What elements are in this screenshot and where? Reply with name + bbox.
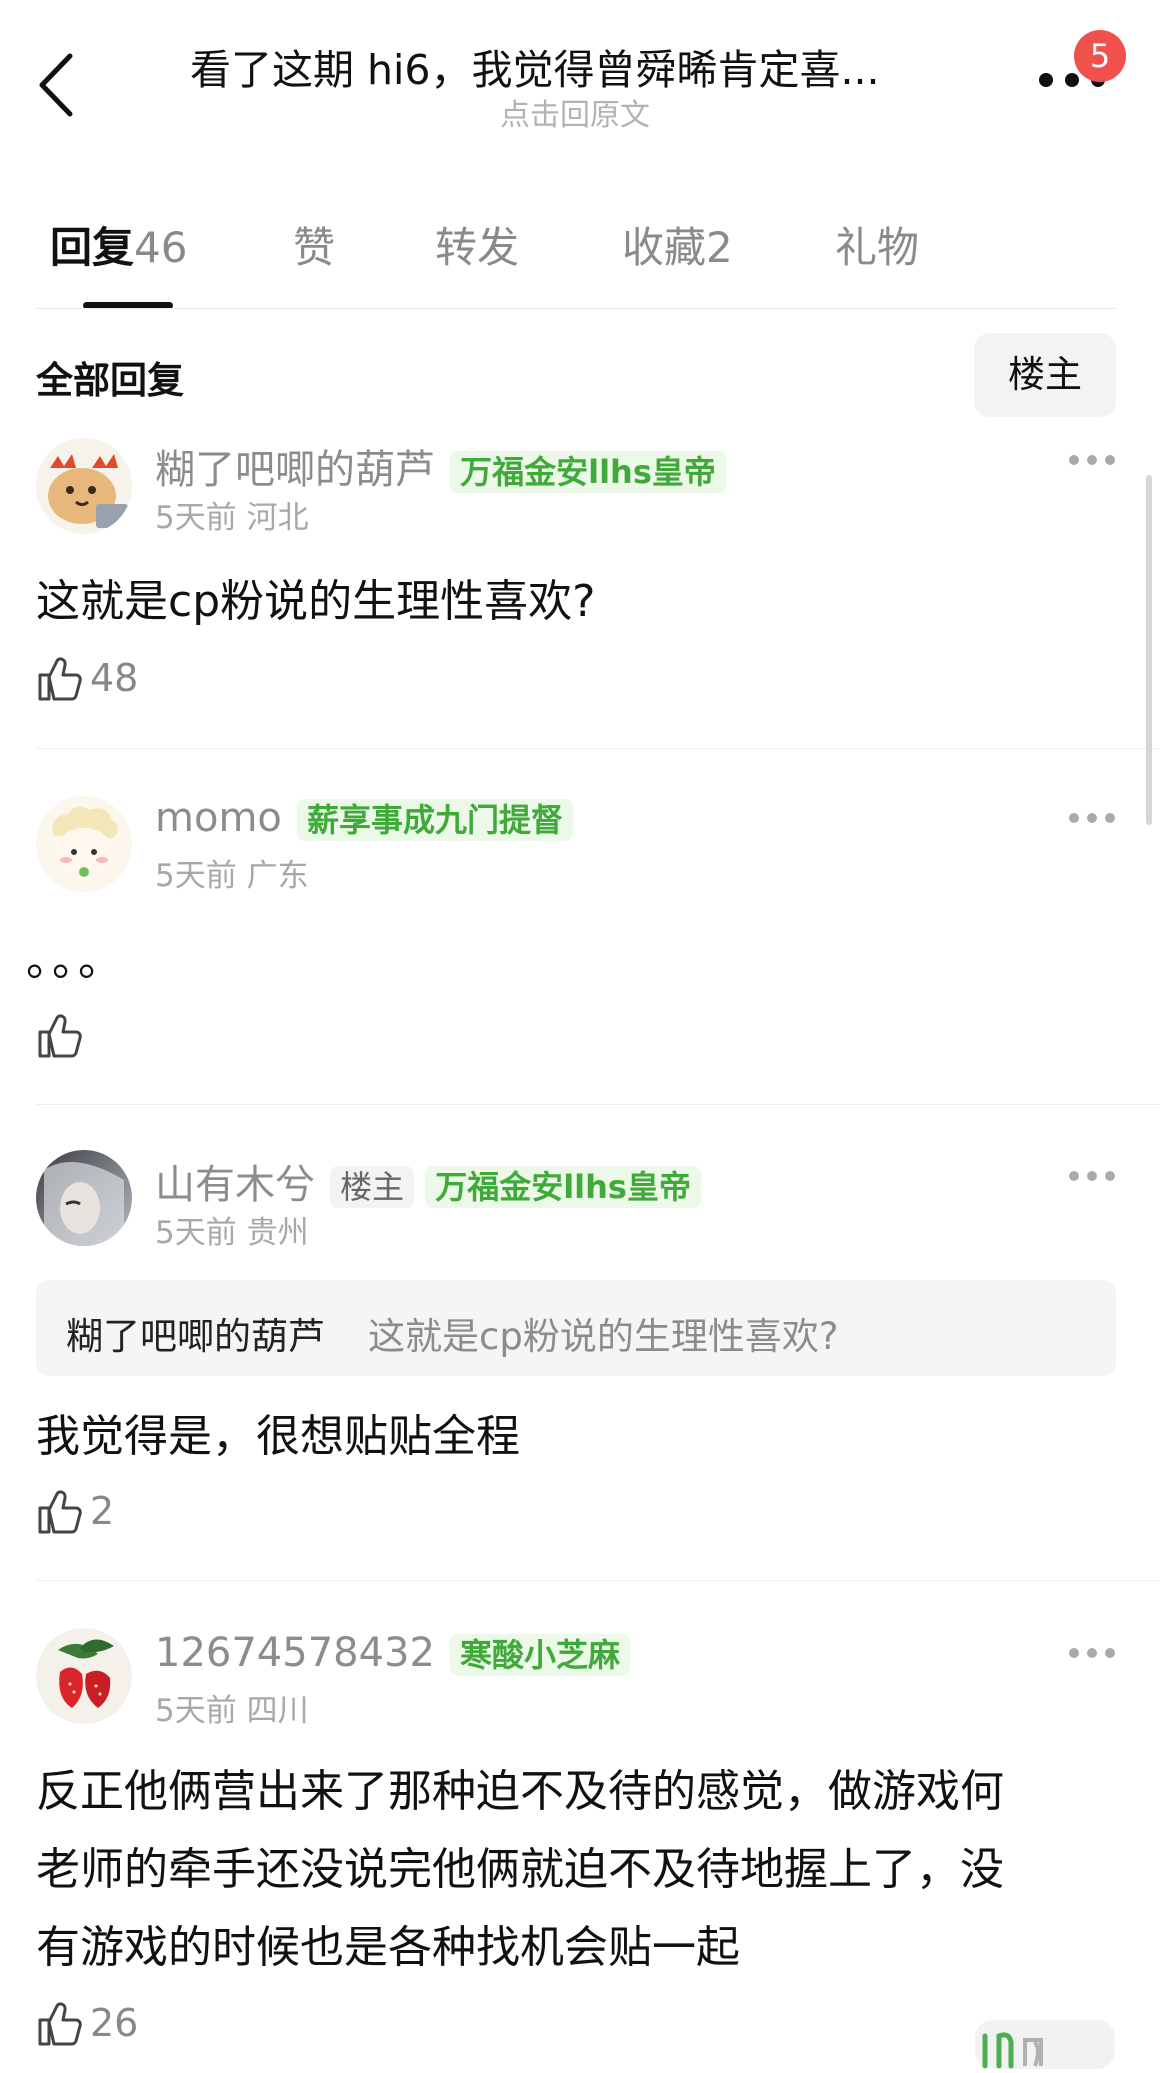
thumbs-up-icon xyxy=(38,1490,82,1534)
scrollbar[interactable] xyxy=(1146,475,1152,825)
more-dots-icon xyxy=(1069,1648,1115,1658)
divider xyxy=(36,1580,1160,1581)
avatar-image xyxy=(36,438,132,534)
comment-time: 5天前 xyxy=(155,500,237,536)
like-count: 26 xyxy=(90,2001,139,2045)
quoted-text: 这就是cp粉说的生理性喜欢? xyxy=(368,1315,839,1358)
avatar-image xyxy=(36,796,132,892)
like-count: 2 xyxy=(90,1489,115,1533)
avatar-image xyxy=(36,1628,132,1724)
tab-label: 转发 xyxy=(435,223,520,272)
tab-label: 礼物 xyxy=(835,223,920,272)
op-only-filter-button[interactable]: 楼主 xyxy=(974,333,1116,417)
comment-meta: 5天前 四川 xyxy=(155,1685,309,1730)
divider xyxy=(36,748,1160,749)
comment-meta: 5天前 贵州 xyxy=(155,1207,309,1252)
more-dots-icon xyxy=(1069,1171,1115,1181)
divider xyxy=(36,308,1116,309)
quoted-author[interactable]: 糊了吧唧的葫芦 xyxy=(66,1306,325,1360)
comment-header: 糊了吧唧的葫芦 万福金安llhs皇帝 xyxy=(155,437,726,495)
comment-body: 。。。 xyxy=(26,935,126,986)
comment-body-line: 老师的牵手还没说完他俩就迫不及待地握上了，没 xyxy=(36,1844,1004,1895)
comment-more-button[interactable] xyxy=(1068,1168,1116,1182)
op-badge: 楼主 xyxy=(330,1166,415,1208)
comment-location: 河北 xyxy=(246,500,309,536)
back-to-original-link[interactable]: 点击回原文 xyxy=(0,90,1150,134)
comment-meta: 5天前 广东 xyxy=(155,850,309,895)
comment-location: 广东 xyxy=(246,858,309,894)
thumbs-up-icon xyxy=(38,2002,82,2046)
like-button[interactable] xyxy=(36,1488,84,1536)
user-badge[interactable]: 寒酸小芝麻 xyxy=(450,1634,631,1676)
watermark xyxy=(975,2010,1115,2069)
avatar[interactable] xyxy=(36,1150,132,1246)
avatar-image xyxy=(36,1150,132,1246)
thumbs-up-icon xyxy=(38,1014,82,1058)
user-badge[interactable]: 万福金安llhs皇帝 xyxy=(450,451,726,493)
like-button[interactable] xyxy=(36,1012,84,1060)
tab-likes[interactable]: 赞 xyxy=(293,214,335,275)
page-title: 看了这期 hi6，我觉得曾舜晞肯定喜... xyxy=(190,46,880,94)
user-badge[interactable]: 薪享事成九门提督 xyxy=(296,799,573,841)
avatar[interactable] xyxy=(36,1628,132,1724)
comment-header: momo 薪享事成九门提督 xyxy=(155,795,573,841)
tab-label: 收藏 xyxy=(622,223,707,272)
tab-label: 赞 xyxy=(293,223,336,272)
comment-more-button[interactable] xyxy=(1068,1645,1116,1659)
tab-label: 回复 xyxy=(50,223,135,272)
tab-gifts[interactable]: 礼物 xyxy=(835,214,919,275)
like-button[interactable] xyxy=(36,655,84,703)
tab-count: 2 xyxy=(706,223,733,272)
avatar[interactable] xyxy=(36,438,132,534)
more-dots-icon xyxy=(1069,813,1115,823)
username[interactable]: 山有木兮 xyxy=(155,1162,315,1208)
comment-more-button[interactable] xyxy=(1068,452,1116,466)
tab-count: 46 xyxy=(134,223,188,272)
like-button[interactable] xyxy=(36,2000,84,2048)
comment-body: 这就是cp粉说的生理性喜欢? xyxy=(36,576,596,627)
thumbs-up-icon xyxy=(38,657,82,701)
divider xyxy=(36,1104,1160,1105)
comment-meta: 5天前 河北 xyxy=(155,492,309,537)
comment-header: 山有木兮 楼主 万福金安llhs皇帝 xyxy=(155,1152,701,1210)
comment-location: 贵州 xyxy=(246,1215,309,1251)
section-title: 全部回复 xyxy=(36,359,184,402)
username[interactable]: 12674578432 xyxy=(155,1630,435,1676)
comment-body-line: 有游戏的时候也是各种找机会贴一起 xyxy=(36,1922,740,1973)
comment-body-line: 反正他俩营出来了那种迫不及待的感觉，做游戏何 xyxy=(36,1766,1004,1817)
like-count: 48 xyxy=(90,656,139,700)
notification-badge: 5 xyxy=(1074,30,1126,82)
tab-replies[interactable]: 回复46 xyxy=(50,214,187,275)
more-dots-icon xyxy=(1069,455,1115,465)
comment-body: 我觉得是，很想贴贴全程 xyxy=(36,1411,520,1462)
username[interactable]: 糊了吧唧的葫芦 xyxy=(155,447,435,493)
tab-reposts[interactable]: 转发 xyxy=(435,214,519,275)
comment-more-button[interactable] xyxy=(1068,810,1116,824)
comment-header: 12674578432 寒酸小芝麻 xyxy=(155,1630,631,1676)
comment-time: 5天前 xyxy=(155,1693,237,1729)
user-badge[interactable]: 万福金安llhs皇帝 xyxy=(425,1166,701,1208)
comment-location: 四川 xyxy=(246,1693,309,1729)
comment-time: 5天前 xyxy=(155,858,237,894)
comment-time: 5天前 xyxy=(155,1215,237,1251)
avatar[interactable] xyxy=(36,796,132,892)
username[interactable]: momo xyxy=(155,795,282,841)
tab-favorites[interactable]: 收藏2 xyxy=(622,214,733,275)
